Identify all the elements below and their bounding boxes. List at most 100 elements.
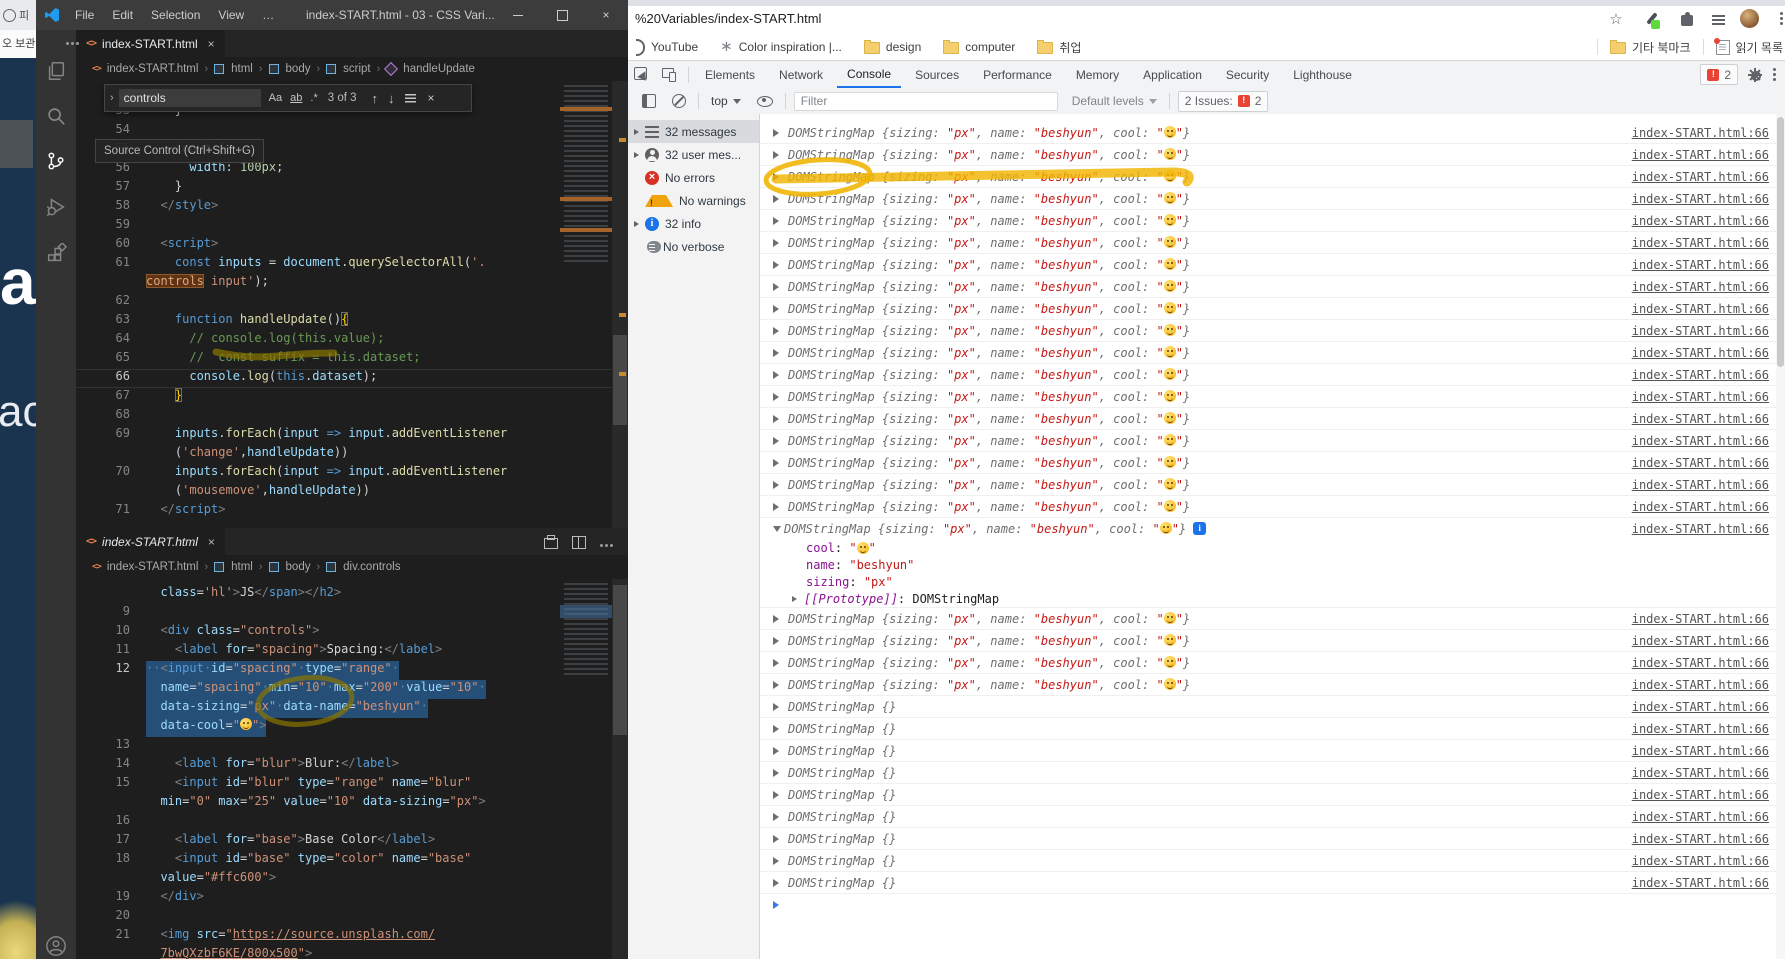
expand-caret-icon[interactable]: [773, 260, 783, 269]
devtools-tab-application[interactable]: Application: [1133, 62, 1212, 88]
expand-caret-icon[interactable]: [773, 480, 783, 489]
inspect-element-icon[interactable]: [634, 66, 650, 83]
expand-caret-icon[interactable]: [773, 768, 783, 777]
expand-caret-icon[interactable]: [773, 746, 783, 755]
console-row[interactable]: DOMStringMap {sizing: "px", name: "beshy…: [760, 452, 1785, 474]
source-link[interactable]: index-START.html:66: [1632, 832, 1785, 846]
search-icon[interactable]: [45, 105, 67, 127]
console-row[interactable]: DOMStringMap {sizing: "px", name: "beshy…: [760, 188, 1785, 210]
source-link[interactable]: index-START.html:66: [1632, 788, 1785, 802]
expand-caret-icon[interactable]: [773, 194, 783, 203]
expand-caret-icon[interactable]: [773, 724, 783, 733]
code-line[interactable]: 14 <label for="blur">Blur:</label>: [76, 756, 612, 775]
find-in-selection-icon[interactable]: [404, 93, 416, 103]
log-levels-dropdown[interactable]: Default levels: [1072, 94, 1157, 108]
tab-close-icon[interactable]: ×: [208, 535, 215, 549]
code-line[interactable]: data-sizing="px"·data-name="beshyun"·: [76, 699, 612, 718]
code-line[interactable]: 70 inputs.forEach(input => input.addEven…: [76, 464, 612, 483]
tab-close-icon[interactable]: ×: [208, 37, 215, 51]
expand-caret-icon[interactable]: [773, 150, 783, 159]
code-line[interactable]: 59: [76, 217, 612, 236]
expand-caret-icon[interactable]: [773, 790, 783, 799]
source-link[interactable]: index-START.html:66: [1632, 280, 1785, 294]
devtools-tab-security[interactable]: Security: [1216, 62, 1279, 88]
sidebar-item-32-user-mes-[interactable]: 32 user mes...: [628, 143, 759, 166]
tab-index-start-bottom[interactable]: <> index-START.html ×: [76, 528, 225, 555]
code-line[interactable]: 62: [76, 293, 612, 312]
find-input[interactable]: [118, 89, 261, 107]
code-line[interactable]: min="0" max="25" value="10" data-sizing=…: [76, 794, 612, 813]
source-link[interactable]: index-START.html:66: [1632, 678, 1785, 692]
playlist-icon[interactable]: [1710, 10, 1730, 30]
code-line[interactable]: 60 <script>: [76, 236, 612, 255]
split-editor-icon[interactable]: [572, 536, 586, 549]
source-link[interactable]: index-START.html:66: [1632, 126, 1785, 140]
expand-caret-icon[interactable]: [773, 128, 783, 137]
extensions-icon[interactable]: [45, 243, 67, 265]
source-link[interactable]: index-START.html:66: [1632, 214, 1785, 228]
sidebar-item-no-verbose[interactable]: No verbose: [628, 235, 759, 258]
breadcrumb-item[interactable]: script: [343, 63, 370, 75]
code-line[interactable]: ('mousemove',handleUpdate)): [76, 483, 612, 502]
source-link[interactable]: index-START.html:66: [1632, 656, 1785, 670]
source-link[interactable]: index-START.html:66: [1632, 456, 1785, 470]
console-row[interactable]: DOMStringMap {} index-START.html:66: [760, 872, 1785, 894]
expand-caret-icon[interactable]: [773, 856, 783, 865]
source-control-icon[interactable]: [45, 150, 67, 172]
source-link[interactable]: index-START.html:66: [1632, 612, 1785, 626]
expand-caret-icon[interactable]: [773, 502, 783, 511]
breadcrumb-item[interactable]: body: [286, 561, 311, 573]
expand-caret-icon[interactable]: [773, 834, 783, 843]
expand-caret-icon[interactable]: [773, 326, 783, 335]
devtools-tab-lighthouse[interactable]: Lighthouse: [1283, 62, 1362, 88]
code-line[interactable]: 65 // const suffix = this.dataset;: [76, 350, 612, 369]
console-row[interactable]: DOMStringMap {} index-START.html:66: [760, 762, 1785, 784]
menu-selection[interactable]: Selection: [142, 8, 209, 22]
bookmark-item[interactable]: computer: [943, 40, 1015, 54]
code-line[interactable]: class='hl'>JS</span></h2>: [76, 585, 612, 604]
expand-caret-icon[interactable]: [773, 238, 783, 247]
source-link[interactable]: index-START.html:66: [1632, 434, 1785, 448]
source-link[interactable]: index-START.html:66: [1632, 390, 1785, 404]
editor-scrollbar-bottom[interactable]: [612, 579, 628, 959]
issues-counter[interactable]: 2 Issues: 2: [1177, 90, 1269, 112]
device-toolbar-icon[interactable]: [662, 67, 678, 83]
console-row[interactable]: DOMStringMap {sizing: "px", name: "beshy…: [760, 144, 1785, 166]
code-line[interactable]: ('change',handleUpdate)): [76, 445, 612, 464]
maximize-button[interactable]: [540, 0, 584, 30]
console-row[interactable]: DOMStringMap {} index-START.html:66: [760, 828, 1785, 850]
source-link[interactable]: index-START.html:66: [1632, 346, 1785, 360]
console-row[interactable]: DOMStringMap {sizing: "px", name: "beshy…: [760, 496, 1785, 518]
sidebar-item-32-info[interactable]: 32 info: [628, 212, 759, 235]
expand-caret-icon[interactable]: [792, 595, 800, 602]
breadcrumb-item[interactable]: html: [231, 561, 253, 573]
live-expression-icon[interactable]: [756, 95, 773, 107]
console-row[interactable]: DOMStringMap {sizing: "px", name: "beshy…: [760, 630, 1785, 652]
chrome-menu-icon[interactable]: [1772, 10, 1785, 30]
bookmark-item[interactable]: 기타 북마크: [1609, 39, 1691, 56]
sidebar-item-32-messages[interactable]: 32 messages: [628, 120, 759, 143]
collapse-caret-icon[interactable]: [773, 525, 781, 536]
code-line[interactable]: 18 <input id="base" type="color" name="b…: [76, 851, 612, 870]
code-line[interactable]: 11 <label for="spacing">Spacing:</label>: [76, 642, 612, 661]
code-line[interactable]: 15 <input id="blur" type="range" name="b…: [76, 775, 612, 794]
menu-more[interactable]: …: [253, 8, 283, 22]
source-link[interactable]: index-START.html:66: [1632, 368, 1785, 382]
breadcrumb-item[interactable]: index-START.html: [107, 63, 199, 75]
console-row[interactable]: DOMStringMap {sizing: "px", name: "beshy…: [760, 408, 1785, 430]
console-sidebar-toggle-icon[interactable]: [642, 94, 656, 108]
object-property-row[interactable]: sizing: "px": [760, 573, 1785, 590]
devtools-tab-elements[interactable]: Elements: [695, 62, 765, 88]
expand-caret-icon[interactable]: [773, 636, 783, 645]
breadcrumb-item[interactable]: index-START.html: [107, 561, 199, 573]
console-row[interactable]: DOMStringMap {sizing: "px", name: "beshy…: [760, 474, 1785, 496]
code-line[interactable]: 12 ··<input·id="spacing"·type="range"·: [76, 661, 612, 680]
source-link[interactable]: index-START.html:66: [1632, 854, 1785, 868]
color-picker-extension-icon[interactable]: [1642, 10, 1662, 30]
code-line[interactable]: name="spacing"·min="10"·max="200"·value=…: [76, 680, 612, 699]
devtools-tab-network[interactable]: Network: [769, 62, 833, 88]
console-row[interactable]: DOMStringMap {sizing: "px", name: "beshy…: [760, 608, 1785, 630]
run-debug-icon[interactable]: [45, 196, 67, 218]
code-line[interactable]: 20: [76, 908, 612, 927]
console-filter-input[interactable]: [793, 91, 1058, 111]
